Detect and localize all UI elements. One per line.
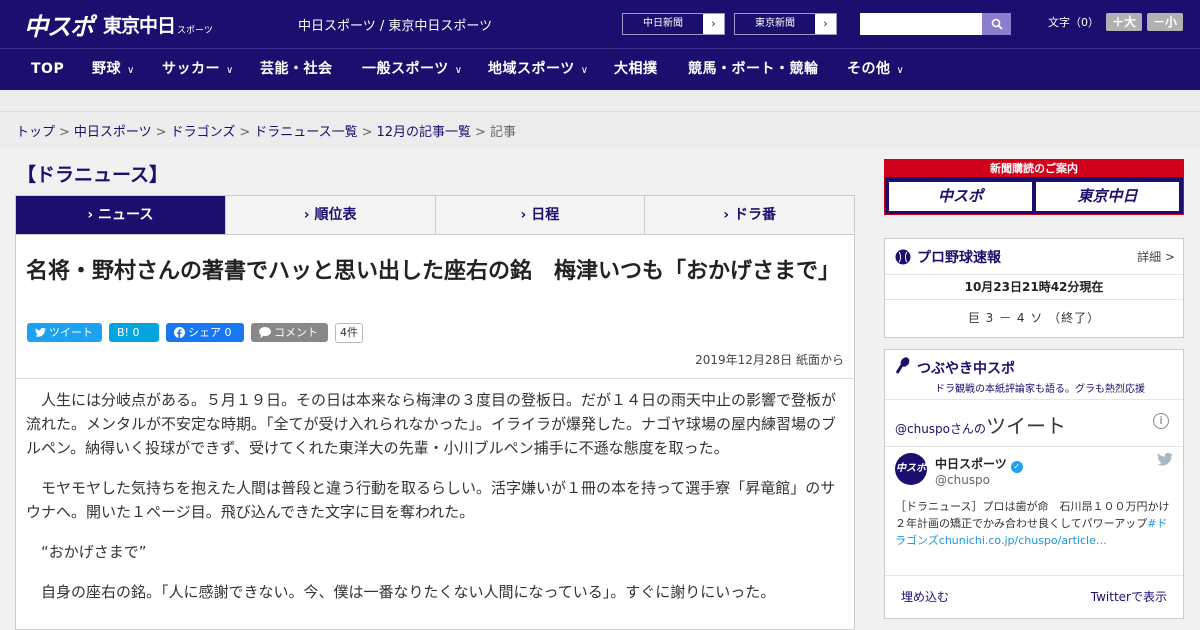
font-size-label: 文字（0） bbox=[1048, 16, 1099, 29]
comment-icon bbox=[259, 327, 271, 338]
info-icon[interactable]: i bbox=[1153, 413, 1169, 429]
breadcrumb-current: 記事 bbox=[489, 125, 516, 140]
tweet-widget-title: つぶやき中スポ bbox=[917, 361, 1015, 377]
top-header-bar: 中スポ 東京中日 スポーツ 中日スポーツ / 東京中日スポーツ 中日新聞 › 東… bbox=[0, 0, 1200, 48]
tokyo-shimbun-link[interactable]: 東京新聞 › bbox=[734, 13, 837, 35]
nav-item-top[interactable]: TOP bbox=[31, 49, 64, 90]
article-headline: 名将・野村さんの著書でハッと思い出した座右の銘 梅津いつも「おかげさまで」 bbox=[26, 259, 841, 284]
font-larger-button[interactable]: ＋大 bbox=[1106, 13, 1143, 31]
tweet-author-handle[interactable]: @chuspo bbox=[935, 473, 990, 487]
tab-news[interactable]: › ニュース bbox=[16, 196, 226, 243]
nav-item-regional-sports[interactable]: 地域スポーツ ∨ bbox=[488, 49, 589, 90]
section-tabs: › ニュース › 順位表 › 日程 › ドラ番 bbox=[15, 195, 855, 243]
main-nav: TOP 野球 ∨ サッカー ∨ 芸能・社会 一般スポーツ ∨ 地域スポーツ ∨ 大相撲 … bbox=[0, 48, 1200, 90]
nav-item-sumo[interactable]: 大相撲 bbox=[614, 49, 658, 90]
chunichi-shimbun-link[interactable]: 中日新聞 › bbox=[622, 13, 725, 35]
hatena-bookmark-button[interactable]: B! 0 bbox=[109, 323, 159, 342]
article: 名将・野村さんの著書でハッと思い出した座右の銘 梅津いつも「おかげさまで」 ツイ… bbox=[15, 234, 855, 630]
chevron-down-icon: ∨ bbox=[226, 65, 234, 76]
baseball-title: プロ野球速報 bbox=[917, 249, 1001, 266]
tab-dora-ban[interactable]: › ドラ番 bbox=[645, 196, 854, 235]
breadcrumb: トップ > 中日スポーツ > ドラゴンズ > ドラニュース一覧 >12月の記事一覧 > 記事 bbox=[16, 125, 516, 140]
tweets-handle-link[interactable]: @chuspo bbox=[895, 422, 950, 436]
nav-item-soccer[interactable]: サッカー ∨ bbox=[162, 49, 234, 90]
article-body: 人生には分岐点がある。５月１９日。その日は本来なら梅津の３度目の登板日。だが１４… bbox=[26, 388, 846, 620]
microphone-icon bbox=[895, 357, 910, 374]
baseball-detail-link[interactable]: 詳細 > bbox=[1137, 248, 1175, 265]
logo-tokyo-chunichi: 東京中日 bbox=[103, 14, 176, 37]
logo-chuspo: 中スポ bbox=[24, 12, 94, 41]
tab-schedule[interactable]: › 日程 bbox=[435, 196, 646, 235]
tweet-widget-desc: ドラ観戦の本紙評論家も語る。グラも熱烈応援 bbox=[935, 384, 1145, 395]
nav-item-baseball[interactable]: 野球 ∨ bbox=[92, 49, 135, 90]
chevron-down-icon: ∨ bbox=[454, 65, 463, 76]
tweet-text: ［ドラニュース］プロは歯が命 石川昂１００万円かけ２年計画の矯正でかみ合わせ良く… bbox=[895, 500, 1170, 547]
chevron-down-icon: ∨ bbox=[896, 65, 905, 76]
nav-item-general-sports[interactable]: 一般スポーツ ∨ bbox=[362, 49, 463, 90]
chevron-right-icon: › bbox=[703, 14, 724, 34]
subscription-banner[interactable]: 新聞購読のご案内 中スポ 東京中日 bbox=[884, 159, 1184, 215]
facebook-share-button[interactable]: シェア 0 bbox=[166, 323, 244, 342]
divider bbox=[885, 575, 1183, 576]
ad-band bbox=[0, 90, 1200, 112]
share-bar: ツイート B! 0 シェア 0 コメント 4件 bbox=[27, 323, 363, 343]
baseball-score[interactable]: 巨 3 － 4 ソ （終了） bbox=[885, 300, 1183, 337]
baseball-icon bbox=[895, 249, 911, 264]
nav-item-entertainment[interactable]: 芸能・社会 bbox=[260, 49, 333, 90]
baseball-scoreboard: プロ野球速報 詳細 > 10月23日21時42分現在 巨 3 － 4 ソ （終了… bbox=[884, 238, 1184, 338]
section-title: 【ドラニュース】 bbox=[17, 164, 169, 186]
breadcrumb-top[interactable]: トップ bbox=[16, 125, 55, 140]
font-smaller-button[interactable]: －小 bbox=[1147, 13, 1184, 31]
tweet-author-name[interactable]: 中日スポーツ ✓ bbox=[935, 455, 1023, 473]
subscribe-chuspo-logo[interactable]: 中スポ bbox=[889, 182, 1032, 211]
breadcrumb-dora-news[interactable]: ドラニュース一覧 bbox=[254, 125, 357, 140]
paragraph: 人生には分岐点がある。５月１９日。その日は本来なら梅津の３度目の登板日。だが１４… bbox=[26, 391, 837, 457]
subscribe-tokyo-chunichi-logo[interactable]: 東京中日 bbox=[1036, 182, 1179, 211]
paragraph: “おかげさまで” bbox=[41, 543, 147, 561]
chevron-down-icon: ∨ bbox=[127, 65, 135, 76]
twitter-widget: つぶやき中スポ ドラ観戦の本紙評論家も語る。グラも熱烈応援 @chuspoさんの… bbox=[884, 349, 1184, 619]
baseball-updated: 10月23日21時42分現在 bbox=[885, 275, 1183, 300]
comment-count[interactable]: 4件 bbox=[335, 323, 363, 343]
avatar[interactable]: 中スポ bbox=[895, 453, 927, 485]
article-date: 2019年12月28日 紙面から bbox=[695, 353, 844, 367]
twitter-bird-icon[interactable] bbox=[1157, 453, 1173, 466]
divider bbox=[885, 446, 1183, 447]
search-button[interactable] bbox=[982, 13, 1011, 35]
divider bbox=[16, 378, 854, 379]
breadcrumb-dragons[interactable]: ドラゴンズ bbox=[171, 125, 236, 140]
comment-button[interactable]: コメント bbox=[251, 323, 328, 342]
search-input[interactable] bbox=[860, 13, 982, 35]
chevron-down-icon: ∨ bbox=[580, 65, 589, 76]
site-logo[interactable]: 中スポ 東京中日 スポーツ bbox=[24, 8, 213, 41]
nav-item-other[interactable]: その他 ∨ bbox=[847, 49, 904, 90]
search-icon bbox=[991, 18, 1003, 30]
font-size-control: 文字（0） ＋大 －小 bbox=[1048, 13, 1184, 31]
tweets-by-line: @chuspoさんのツイート bbox=[895, 414, 1067, 438]
embed-link[interactable]: 埋め込む bbox=[901, 588, 949, 605]
site-title: 中日スポーツ / 東京中日スポーツ bbox=[298, 19, 493, 34]
breadcrumb-chunichi-sports[interactable]: 中日スポーツ bbox=[74, 125, 152, 140]
logo-sports-small: スポーツ bbox=[177, 25, 213, 36]
tweet-button[interactable]: ツイート bbox=[27, 323, 102, 342]
paragraph: モヤモヤした気持ちを抱えた人間は普段と違う行動を取るらしい。活字嫌いが１冊の本を… bbox=[26, 479, 836, 521]
subscription-header: 新聞購読のご案内 bbox=[885, 160, 1183, 177]
twitter-icon bbox=[35, 328, 46, 337]
view-on-twitter-link[interactable]: Twitterで表示 bbox=[1091, 588, 1167, 605]
paragraph: 自身の座右の銘。「人に感謝できない。今、僕は一番なりたくない人間になっている」。… bbox=[41, 583, 776, 601]
verified-icon: ✓ bbox=[1010, 461, 1023, 473]
site-search bbox=[860, 13, 1011, 35]
chevron-right-icon: › bbox=[815, 14, 836, 34]
tab-standings[interactable]: › 順位表 bbox=[225, 196, 436, 235]
facebook-icon bbox=[174, 327, 185, 338]
nav-item-racing[interactable]: 競馬・ボート・競輪 bbox=[688, 49, 819, 90]
breadcrumb-december[interactable]: 12月の記事一覧 bbox=[377, 125, 472, 140]
